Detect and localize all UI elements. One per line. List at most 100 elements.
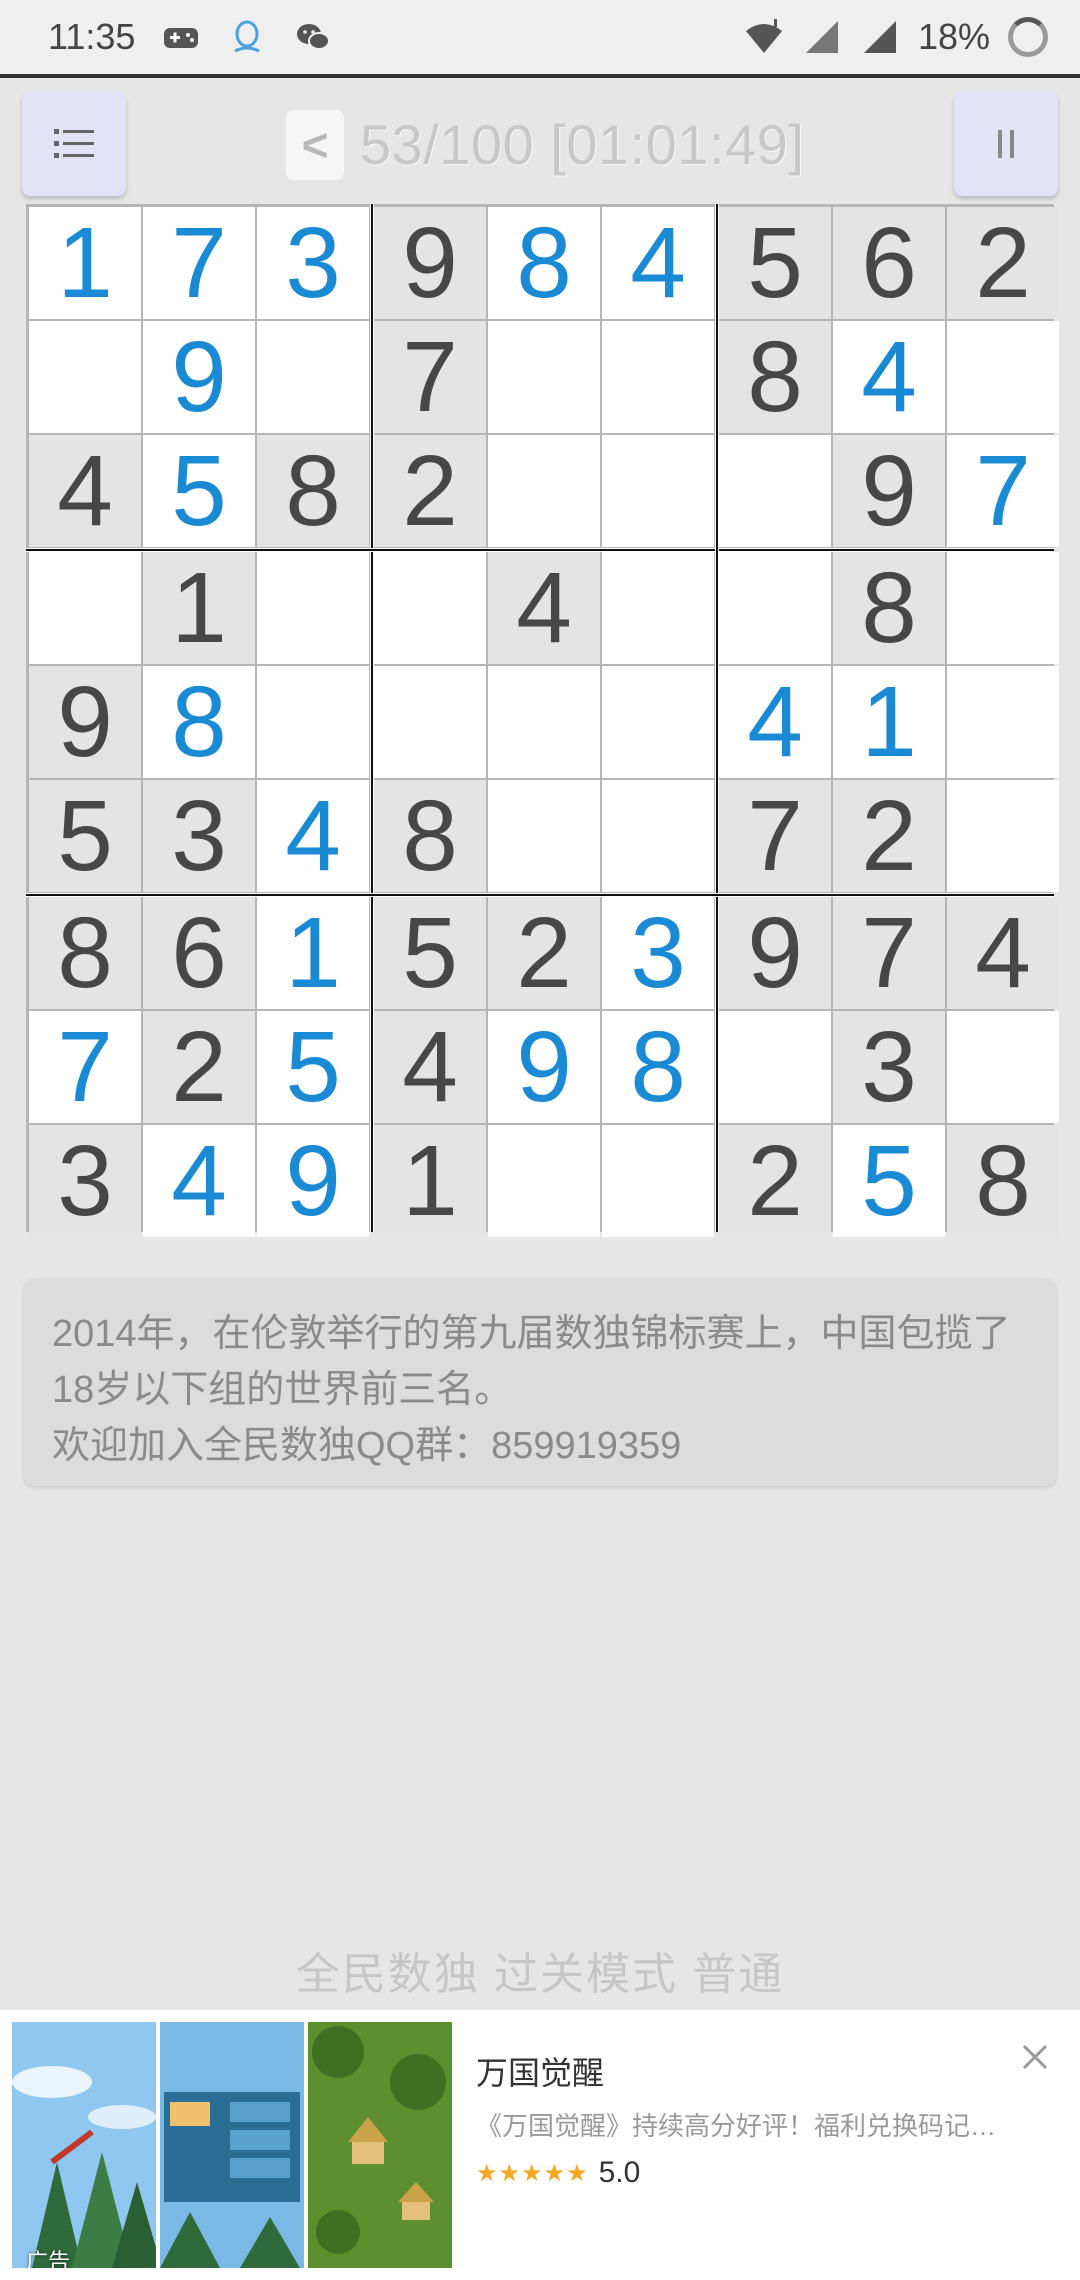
sudoku-cell[interactable]: 9: [29, 666, 141, 778]
sudoku-cell[interactable]: 2: [947, 207, 1059, 319]
sudoku-cell[interactable]: 3: [29, 1125, 141, 1237]
sudoku-cell[interactable]: 3: [602, 897, 714, 1009]
sudoku-cell[interactable]: 2: [488, 897, 600, 1009]
sudoku-cell[interactable]: [719, 435, 831, 547]
box-divider: [26, 548, 1054, 552]
sudoku-cell[interactable]: 4: [602, 207, 714, 319]
sudoku-cell[interactable]: 1: [29, 207, 141, 319]
sudoku-cell[interactable]: [257, 552, 369, 664]
sudoku-cell[interactable]: [602, 435, 714, 547]
sudoku-cell[interactable]: [947, 552, 1059, 664]
sudoku-cell[interactable]: [488, 321, 600, 433]
sudoku-cell[interactable]: 8: [602, 1011, 714, 1123]
sudoku-cell[interactable]: 9: [143, 321, 255, 433]
toolbar: < 53/100 [01:01:49]: [0, 88, 1080, 198]
sudoku-cell[interactable]: 7: [719, 780, 831, 892]
sudoku-cell[interactable]: 7: [833, 897, 945, 1009]
sudoku-cell[interactable]: 4: [143, 1125, 255, 1237]
menu-button[interactable]: [22, 92, 126, 196]
pause-icon: [998, 130, 1014, 158]
sudoku-cell[interactable]: 8: [833, 552, 945, 664]
sudoku-cell[interactable]: [257, 321, 369, 433]
sudoku-cell[interactable]: 8: [143, 666, 255, 778]
previous-level-button[interactable]: <: [286, 110, 344, 180]
sudoku-cell[interactable]: 1: [143, 552, 255, 664]
sudoku-cell[interactable]: [719, 1011, 831, 1123]
sudoku-cell[interactable]: 8: [257, 435, 369, 547]
sudoku-cell[interactable]: [602, 780, 714, 892]
ad-banner[interactable]: 广告 万国觉醒 《万国觉醒》持续高分好评！福利兑换码记… ★★★★★ 5.0: [0, 2010, 1080, 2280]
sudoku-cell[interactable]: [602, 552, 714, 664]
sudoku-cell[interactable]: [719, 552, 831, 664]
sudoku-cell[interactable]: 2: [143, 1011, 255, 1123]
sudoku-cell[interactable]: [488, 666, 600, 778]
battery-icon: [1008, 17, 1048, 57]
sudoku-cell[interactable]: 4: [374, 1011, 486, 1123]
sudoku-cell[interactable]: 1: [257, 897, 369, 1009]
sudoku-cell[interactable]: 4: [719, 666, 831, 778]
ad-image[interactable]: 广告: [12, 2022, 156, 2268]
sudoku-cell[interactable]: 9: [488, 1011, 600, 1123]
sudoku-cell[interactable]: 6: [833, 207, 945, 319]
sudoku-cell[interactable]: 4: [29, 435, 141, 547]
sudoku-cell[interactable]: 9: [257, 1125, 369, 1237]
sudoku-cell[interactable]: 5: [29, 780, 141, 892]
status-bar: 11:35 18%: [0, 0, 1080, 78]
sudoku-cell[interactable]: [602, 321, 714, 433]
sudoku-cell[interactable]: 8: [374, 780, 486, 892]
qq-icon: [234, 20, 261, 53]
sudoku-cell[interactable]: [947, 666, 1059, 778]
sudoku-cell[interactable]: 7: [947, 435, 1059, 547]
ad-image[interactable]: [308, 2022, 452, 2268]
sudoku-cell[interactable]: 4: [833, 321, 945, 433]
sudoku-cell[interactable]: 7: [29, 1011, 141, 1123]
sudoku-cell[interactable]: 1: [374, 1125, 486, 1237]
ad-title[interactable]: 万国觉醒: [476, 2048, 604, 2094]
sudoku-cell[interactable]: 1: [833, 666, 945, 778]
sudoku-cell[interactable]: 5: [143, 435, 255, 547]
sudoku-cell[interactable]: 5: [719, 207, 831, 319]
sudoku-cell[interactable]: 9: [374, 207, 486, 319]
wechat-icon: [297, 24, 331, 50]
ad-image[interactable]: [160, 2022, 304, 2268]
sudoku-cell[interactable]: 3: [143, 780, 255, 892]
pause-button[interactable]: [954, 92, 1058, 196]
sudoku-cell[interactable]: 5: [833, 1125, 945, 1237]
sudoku-cell[interactable]: 2: [374, 435, 486, 547]
sudoku-cell[interactable]: 6: [143, 897, 255, 1009]
sudoku-cell[interactable]: [947, 1011, 1059, 1123]
sudoku-cell[interactable]: [602, 1125, 714, 1237]
sudoku-cell[interactable]: 8: [719, 321, 831, 433]
sudoku-cell[interactable]: 9: [719, 897, 831, 1009]
sudoku-cell[interactable]: [488, 435, 600, 547]
sudoku-cell[interactable]: [29, 552, 141, 664]
sudoku-cell[interactable]: [374, 552, 486, 664]
sudoku-cell[interactable]: [29, 321, 141, 433]
gamepad-icon: [164, 28, 199, 48]
sudoku-cell[interactable]: 2: [833, 780, 945, 892]
sudoku-cell[interactable]: 8: [947, 1125, 1059, 1237]
sudoku-cell[interactable]: [602, 666, 714, 778]
sudoku-cell[interactable]: 4: [488, 552, 600, 664]
sudoku-cell[interactable]: [947, 780, 1059, 892]
sudoku-cell[interactable]: 8: [29, 897, 141, 1009]
sudoku-cell[interactable]: 8: [488, 207, 600, 319]
sudoku-cell[interactable]: [488, 780, 600, 892]
sudoku-cell[interactable]: [947, 321, 1059, 433]
ad-description[interactable]: 《万国觉醒》持续高分好评！福利兑换码记…: [476, 2106, 1016, 2143]
sudoku-cell[interactable]: 2: [719, 1125, 831, 1237]
sudoku-cell[interactable]: 4: [947, 897, 1059, 1009]
sudoku-cell[interactable]: [374, 666, 486, 778]
sudoku-cell[interactable]: [257, 666, 369, 778]
close-icon[interactable]: [1020, 2042, 1050, 2072]
sudoku-cell[interactable]: 5: [257, 1011, 369, 1123]
sudoku-cell[interactable]: 4: [257, 780, 369, 892]
sudoku-cell[interactable]: 9: [833, 435, 945, 547]
sudoku-cell[interactable]: [488, 1125, 600, 1237]
sudoku-cell[interactable]: 5: [374, 897, 486, 1009]
sudoku-cell[interactable]: 3: [257, 207, 369, 319]
battery-percentage: 18%: [917, 16, 990, 57]
sudoku-cell[interactable]: 3: [833, 1011, 945, 1123]
sudoku-cell[interactable]: 7: [143, 207, 255, 319]
sudoku-cell[interactable]: 7: [374, 321, 486, 433]
